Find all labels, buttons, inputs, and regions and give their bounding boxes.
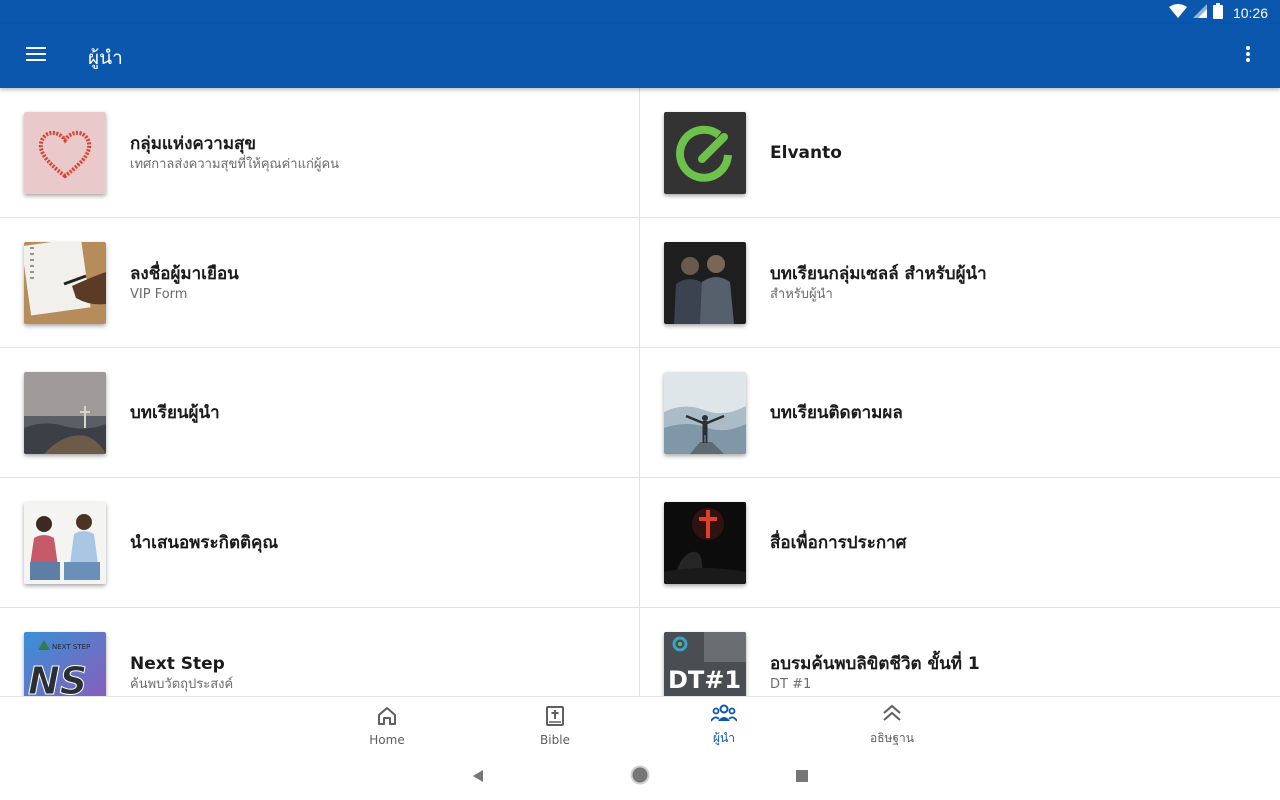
list-item[interactable]: NEXT STEP NS Next Step ค้นพบวัตถุประสงค์ bbox=[0, 608, 640, 696]
list-item[interactable]: สื่อเพื่อการประกาศ bbox=[640, 478, 1280, 608]
wifi-icon bbox=[1168, 4, 1187, 22]
home-circle-icon bbox=[630, 765, 650, 789]
lit-cross-thumbnail bbox=[664, 502, 746, 584]
item-title: นำเสนอพระกิตติคุณ bbox=[130, 533, 279, 553]
bible-icon bbox=[546, 705, 564, 730]
more-vertical-icon bbox=[1246, 46, 1250, 66]
item-title: บทเรียนกลุ่มเซลล์ สำหรับผู้นำ bbox=[770, 263, 987, 284]
item-title: Next Step bbox=[130, 653, 225, 674]
item-subtitle: เทศกาลส่งความสุขที่ให้คุณค่าแก่ผู้คน bbox=[130, 156, 340, 172]
back-triangle-icon bbox=[471, 768, 485, 787]
item-subtitle: ค้นพบวัตถุประสงค์ bbox=[130, 676, 234, 692]
nav-label: Home bbox=[369, 732, 405, 747]
status-bar: 10:26 bbox=[0, 0, 1280, 24]
item-title: กลุ่มแห่งความสุข bbox=[130, 133, 257, 154]
nav-item-home[interactable]: Home bbox=[327, 697, 447, 755]
item-subtitle: VIP Form bbox=[130, 286, 188, 302]
next-step-logo: NEXT STEP NS bbox=[24, 632, 106, 696]
item-title: สื่อเพื่อการประกาศ bbox=[770, 533, 907, 553]
home-icon bbox=[376, 706, 398, 730]
list-item[interactable]: บทเรียนผู้นำ bbox=[0, 348, 640, 478]
list-item[interactable]: บทเรียนติดตามผล bbox=[640, 348, 1280, 478]
status-icons: 10:26 bbox=[1168, 3, 1268, 23]
item-title: บทเรียนผู้นำ bbox=[130, 403, 220, 423]
nav-item-prayer[interactable]: อธิษฐาน bbox=[832, 697, 952, 755]
double-chevron-up-icon bbox=[881, 704, 903, 726]
item-subtitle: DT #1 bbox=[770, 676, 812, 692]
list-item[interactable]: กลุ่มแห่งความสุข เทศกาลส่งความสุขที่ให้ค… bbox=[0, 88, 640, 218]
list-item[interactable]: Elvanto bbox=[640, 88, 1280, 218]
list-item[interactable]: ลงชื่อผู้มาเยือน VIP Form bbox=[0, 218, 640, 348]
dt1-logo-text: DT#1 bbox=[668, 666, 741, 694]
home-system-button[interactable] bbox=[625, 764, 655, 790]
more-options-button[interactable] bbox=[1232, 36, 1264, 76]
item-title: บทเรียนติดตามผล bbox=[770, 403, 903, 423]
battery-icon bbox=[1212, 3, 1223, 23]
hamburger-menu-icon bbox=[26, 46, 46, 66]
nav-label: ผู้นำ bbox=[713, 731, 735, 745]
nav-item-bible[interactable]: Bible bbox=[495, 697, 615, 755]
leader-resources-list: กลุ่มแห่งความสุข เทศกาลส่งความสุขที่ให้ค… bbox=[0, 88, 1280, 696]
back-button[interactable] bbox=[463, 764, 493, 790]
heart-thumbnail bbox=[24, 112, 106, 194]
system-navigation-bar bbox=[0, 754, 1280, 800]
two-women-talking-thumbnail bbox=[24, 502, 106, 584]
bottom-navigation: Home Bible ผู้นำ อธิษฐาน bbox=[0, 696, 1280, 754]
next-step-small-text: NEXT STEP bbox=[52, 643, 90, 651]
nav-label: อธิษฐาน bbox=[869, 731, 914, 745]
status-time: 10:26 bbox=[1232, 5, 1268, 21]
item-title: ลงชื่อผู้มาเยือน bbox=[130, 263, 239, 284]
men-praying-thumbnail bbox=[664, 242, 746, 324]
cross-on-hill-thumbnail bbox=[24, 372, 106, 454]
recents-button[interactable] bbox=[787, 764, 817, 790]
menu-button[interactable] bbox=[16, 36, 56, 76]
list-item[interactable]: DT#1 อบรมค้นพบลิขิตชีวิต ขั้นที่ 1 DT #1 bbox=[640, 608, 1280, 696]
item-title: Elvanto bbox=[770, 143, 842, 163]
people-group-icon bbox=[710, 704, 738, 726]
notebook-writing-thumbnail bbox=[24, 242, 106, 324]
recents-square-icon bbox=[795, 768, 809, 787]
list-item[interactable]: นำเสนอพระกิตติคุณ bbox=[0, 478, 640, 608]
cell-signal-icon bbox=[1192, 4, 1207, 22]
page-title: ผู้นำ bbox=[88, 47, 123, 69]
list-item[interactable]: บทเรียนกลุ่มเซลล์ สำหรับผู้นำ สำหรับผู้น… bbox=[640, 218, 1280, 348]
elvanto-logo bbox=[664, 112, 746, 194]
nav-label: Bible bbox=[540, 732, 570, 747]
nav-item-leaders[interactable]: ผู้นำ bbox=[664, 697, 784, 755]
item-title: อบรมค้นพบลิขิตชีวิต ขั้นที่ 1 bbox=[770, 653, 980, 674]
dt1-logo: DT#1 bbox=[664, 632, 746, 696]
app-bar: ผู้นำ bbox=[0, 24, 1280, 88]
item-subtitle: สำหรับผู้นำ bbox=[770, 286, 833, 302]
next-step-logo-text: NS bbox=[28, 659, 87, 696]
man-on-mountain-thumbnail bbox=[664, 372, 746, 454]
